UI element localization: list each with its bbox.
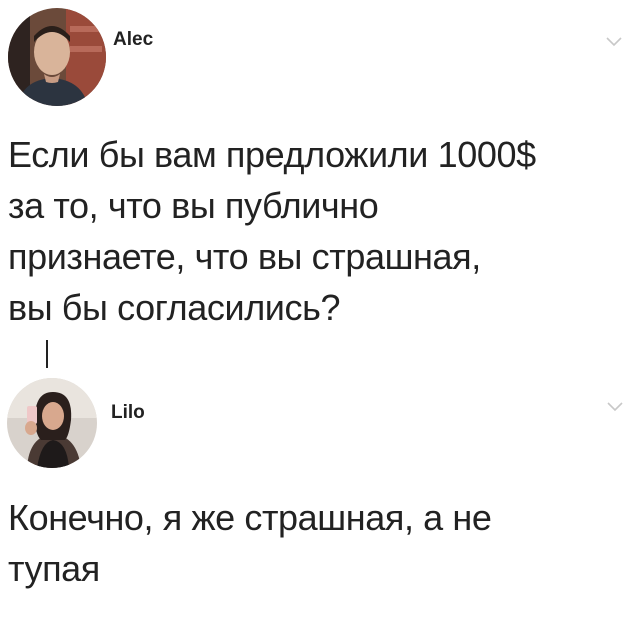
- avatar[interactable]: [7, 378, 97, 468]
- chevron-down-icon[interactable]: [605, 400, 625, 414]
- lilo-avatar-image: [7, 378, 97, 468]
- username[interactable]: Lilo: [111, 402, 145, 424]
- tweet-lilo[interactable]: Lilo Конечно, я же страшная, а не тупая: [0, 345, 640, 617]
- avatar[interactable]: [8, 8, 106, 106]
- tweet-alec[interactable]: Alec Если бы вам предложили 1000$ за то,…: [0, 0, 640, 345]
- tweet-text: Если бы вам предложили 1000$ за то, что …: [8, 134, 536, 328]
- tweet-text: Конечно, я же страшная, а не тупая: [8, 497, 492, 589]
- username[interactable]: Alec: [113, 29, 153, 51]
- chevron-down-icon[interactable]: [604, 35, 624, 49]
- alec-avatar-image: [8, 8, 106, 106]
